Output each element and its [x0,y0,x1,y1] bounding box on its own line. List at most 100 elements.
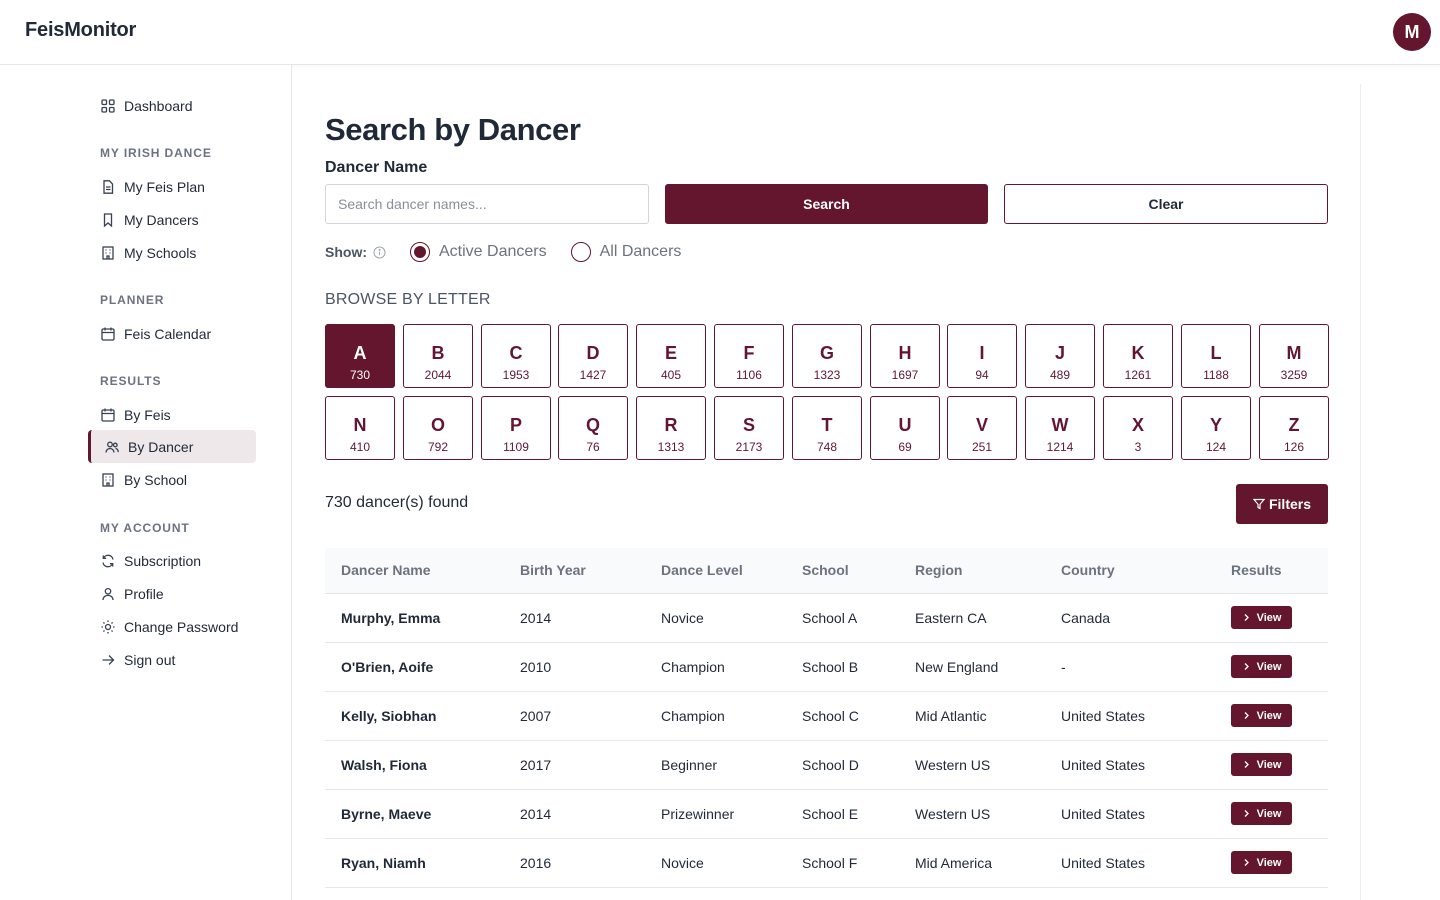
page-title: Search by Dancer [325,112,581,147]
column-header[interactable]: School [786,548,899,594]
letter-button-u[interactable]: U 69 [870,396,940,460]
letter-button-h[interactable]: H 1697 [870,324,940,388]
letter-count: 1313 [657,439,685,454]
view-results-button[interactable]: View [1231,851,1292,874]
letter-button-r[interactable]: R 1313 [636,396,706,460]
letter-button-d[interactable]: D 1427 [558,324,628,388]
letter-button-y[interactable]: Y 124 [1181,396,1251,460]
letter-button-e[interactable]: E 405 [636,324,706,388]
view-results-button[interactable]: View [1231,704,1292,727]
letter-label: K [1131,342,1145,363]
table-cell: 2014 [504,789,645,839]
results-count: 730 dancer(s) found [325,494,469,511]
table-row[interactable]: Kelly, Siobhan 2007 Champion School C Mid At… [325,691,1328,741]
dancer-search-input[interactable] [325,184,649,224]
user-avatar[interactable]: M [1393,13,1431,51]
table-cell: Mid America [899,838,1045,888]
sidebar-item-sign-out[interactable]: Sign out [88,643,256,676]
column-header[interactable]: Birth Year [504,548,645,594]
letter-count: 1109 [503,439,529,454]
table-row[interactable]: Ryan, Niamh 2016 Novice School F Mid America… [325,838,1328,888]
letter-button-a[interactable]: A 730 [325,324,395,388]
radio-active-dancers[interactable]: Active Dancers [410,242,547,262]
letter-label: T [821,414,833,435]
letter-button-n[interactable]: N 410 [325,396,395,460]
sidebar-item-change-password[interactable]: Change Password [88,610,256,643]
letter-count: 1214 [1046,439,1074,454]
brand-logo[interactable]: FeisMonitor [25,19,136,42]
table-row[interactable]: O'Brien, Aoife 2010 Champion School B New En… [325,642,1328,692]
sidebar-item-label: Feis Calendar [124,325,212,342]
info-icon[interactable] [373,246,386,259]
table-row[interactable]: Murphy, Emma 2014 Novice School A Eastern CA… [325,593,1328,643]
letter-count: 792 [427,439,449,454]
sidebar-item-subscription[interactable]: Subscription [88,544,256,577]
letter-label: L [1210,342,1222,363]
radio-indicator[interactable] [570,242,591,262]
sidebar-item-my-feis-plan[interactable]: My Feis Plan [88,170,256,203]
filters-button-label: Filters [1268,496,1311,512]
letter-button-p[interactable]: P 1109 [481,396,551,460]
letter-button-l[interactable]: L 1188 [1181,324,1251,388]
sidebar-item-profile[interactable]: Profile [88,577,256,610]
letter-count: 1427 [579,367,607,382]
letter-button-i[interactable]: I 94 [947,324,1017,388]
clear-button[interactable]: Clear [1004,184,1328,224]
column-header[interactable]: Country [1045,548,1215,594]
letter-button-m[interactable]: M 3259 [1259,324,1329,388]
letter-label: Z [1288,414,1300,435]
letter-button-g[interactable]: G 1323 [792,324,862,388]
search-button[interactable]: Search [665,184,988,224]
sidebar-item-by-dancer[interactable]: By Dancer [88,430,256,463]
radio-label: Active Dancers [439,243,547,260]
table-cell: School D [786,740,899,790]
table-header-row: Dancer Name Birth Year Dance Level Schoo… [325,548,1328,594]
letter-button-z[interactable]: Z 126 [1259,396,1329,460]
letter-button-s[interactable]: S 2173 [714,396,784,460]
view-results-button[interactable]: View [1231,753,1292,776]
view-results-button[interactable]: View [1231,606,1292,629]
letter-label: V [975,414,988,435]
letter-count: 2173 [735,439,763,454]
letter-label: N [353,414,367,435]
letter-button-t[interactable]: T 748 [792,396,862,460]
filters-button[interactable]: Filters [1236,484,1328,524]
table-cell: United States [1045,838,1215,888]
letter-label: B [431,342,445,363]
sidebar-item-my-schools[interactable]: My Schools [88,236,256,269]
sidebar-item-label: Subscription [124,552,202,569]
view-results-button[interactable]: View [1231,655,1292,678]
sidebar-item-feis-calendar[interactable]: Feis Calendar [88,317,256,350]
radio-indicator[interactable] [410,242,430,262]
sidebar-item-my-dancers[interactable]: My Dancers [88,203,256,236]
view-results-button[interactable]: View [1231,802,1292,825]
table-row[interactable]: Byrne, Maeve 2014 Prizewinner School E Weste… [325,789,1328,839]
letter-button-b[interactable]: B 2044 [403,324,473,388]
letter-button-f[interactable]: F 1106 [714,324,784,388]
letter-count: 69 [898,439,912,454]
letter-label: A [353,342,367,363]
letter-label: O [430,414,445,435]
table-row[interactable]: Walsh, Fiona 2017 Beginner School D Western … [325,740,1328,790]
letter-button-j[interactable]: J 489 [1025,324,1095,388]
table-cell: 2007 [504,691,645,741]
letter-label: W [1051,414,1069,435]
column-header[interactable]: Dancer Name [325,548,504,594]
calendar-icon [100,407,116,423]
letter-button-w[interactable]: W 1214 [1025,396,1095,460]
letter-button-c[interactable]: C 1953 [481,324,551,388]
sidebar-item-by-feis[interactable]: By Feis [88,398,256,431]
column-header[interactable]: Region [899,548,1045,594]
column-header[interactable]: Dance Level [645,548,786,594]
letter-label: Q [585,414,600,435]
user-icon [100,586,116,602]
letter-button-o[interactable]: O 792 [403,396,473,460]
letter-button-k[interactable]: K 1261 [1103,324,1173,388]
sidebar-item-by-school[interactable]: By School [88,463,256,496]
radio-all-dancers[interactable]: All Dancers [570,242,681,262]
letter-button-x[interactable]: X3 [1103,396,1173,460]
sidebar-item-dashboard[interactable]: Dashboard [88,89,256,122]
letter-button-q[interactable]: Q 76 [558,396,628,460]
letter-count: 730 [349,367,371,382]
letter-button-v[interactable]: V 251 [947,396,1017,460]
